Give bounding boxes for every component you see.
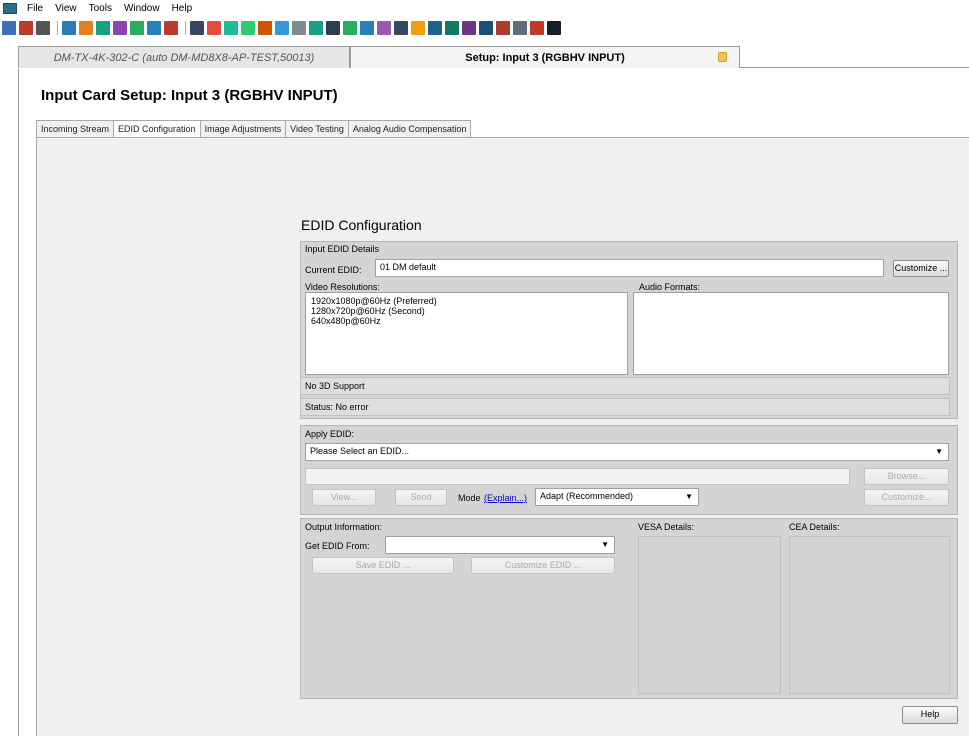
toolbar-button-icon[interactable] (62, 20, 76, 35)
toolbar-button-icon[interactable] (428, 20, 442, 35)
vesa-details-label: VESA Details: (638, 522, 695, 532)
section-title: EDID Configuration (301, 217, 422, 233)
tab-analog-audio-compensation[interactable]: Analog Audio Compensation (347, 120, 472, 137)
document-tab-setup[interactable]: Setup: Input 3 (RGBHV INPUT) (350, 46, 740, 68)
toolbar-button-icon[interactable] (292, 20, 306, 35)
tab-image-adjustments[interactable]: Image Adjustments (199, 120, 287, 137)
menu-view[interactable]: View (49, 3, 83, 14)
input-edid-details-label: Input EDID Details (305, 244, 380, 254)
toolbar-button-icon[interactable] (411, 20, 425, 35)
save-edid-button[interactable]: Save EDID ... (312, 557, 454, 574)
toolbar-button-icon[interactable] (462, 20, 476, 35)
toolbar-button-icon[interactable] (96, 20, 110, 35)
menu-help[interactable]: Help (166, 3, 199, 14)
toolbar-button-icon[interactable] (479, 20, 493, 35)
toolbar-button-icon[interactable] (275, 20, 289, 35)
toolbar-button-icon[interactable] (360, 20, 374, 35)
customize-edid-button[interactable]: Customize EDID ... (471, 557, 615, 574)
toolbar-button-icon[interactable] (19, 20, 33, 35)
toolbar-button-icon[interactable] (2, 20, 16, 35)
dropdown-arrow-icon: ▼ (601, 540, 609, 549)
audio-formats-label: Audio Formats: (639, 282, 701, 292)
toolbar-button-icon[interactable] (530, 20, 544, 35)
toolbar-button-icon[interactable] (343, 20, 357, 35)
get-edid-from-select[interactable]: ▼ (385, 536, 615, 554)
menu-file[interactable]: File (21, 3, 49, 14)
browse-button[interactable]: Browse... (864, 468, 949, 485)
menu-tools[interactable]: Tools (83, 3, 118, 14)
audio-formats-list[interactable] (633, 292, 949, 375)
apply-edid-select-value: Please Select an EDID... (310, 446, 410, 456)
toolbar-button-icon[interactable] (445, 20, 459, 35)
toolbar-button-icon[interactable] (207, 20, 221, 35)
toolbar-button-icon[interactable] (309, 20, 323, 35)
toolbar-separator (185, 20, 186, 35)
toolbar-button-icon[interactable] (79, 20, 93, 35)
current-edid-label: Current EDID: (305, 265, 362, 275)
document-tabs: DM-TX-4K-302-C (auto DM-MD8X8-AP-TEST,50… (18, 46, 969, 68)
cea-details-panel (789, 536, 950, 694)
cea-details-label: CEA Details: (789, 522, 840, 532)
list-item[interactable]: 1280x720p@60Hz (Second) (311, 306, 622, 316)
mode-select[interactable]: Adapt (Recommended) ▼ (535, 488, 699, 506)
list-item[interactable]: 640x480p@60Hz (311, 316, 622, 326)
toolbar-button-icon[interactable] (513, 20, 527, 35)
toolbar-button-icon[interactable] (394, 20, 408, 35)
view-button[interactable]: View... (312, 489, 376, 506)
support-3d-bar: No 3D Support (300, 377, 950, 395)
video-resolutions-list[interactable]: 1920x1080p@60Hz (Preferred) 1280x720p@60… (305, 292, 628, 375)
dropdown-arrow-icon: ▼ (935, 447, 943, 456)
document-tab-setup-label: Setup: Input 3 (RGBHV INPUT) (465, 52, 625, 64)
toolbar-button-icon[interactable] (190, 20, 204, 35)
video-resolutions-label: Video Resolutions: (305, 282, 380, 292)
toolbar (0, 18, 969, 37)
apply-edid-label: Apply EDID: (305, 429, 355, 439)
setup-tabs: Incoming Stream EDID Configuration Image… (36, 120, 472, 138)
toolbar-button-icon[interactable] (224, 20, 238, 35)
customize-button[interactable]: Customize ... (893, 260, 949, 277)
toolbar-button-icon[interactable] (377, 20, 391, 35)
mode-label: Mode (458, 493, 481, 503)
help-button[interactable]: Help (902, 706, 958, 724)
tab-video-testing[interactable]: Video Testing (285, 120, 349, 137)
edid-file-path-field[interactable] (305, 468, 850, 485)
mode-select-value: Adapt (Recommended) (540, 491, 634, 501)
toolbar-button-icon[interactable] (258, 20, 272, 35)
list-item[interactable]: 1920x1080p@60Hz (Preferred) (311, 296, 622, 306)
page-title: Input Card Setup: Input 3 (RGBHV INPUT) (41, 87, 338, 104)
toolbar-separator (57, 20, 58, 35)
toolbar-button-icon[interactable] (496, 20, 510, 35)
current-edid-field[interactable]: 01 DM default (375, 259, 884, 277)
explain-link[interactable]: (Explain...) (484, 493, 527, 503)
lock-icon[interactable] (718, 52, 727, 62)
document-tab-device[interactable]: DM-TX-4K-302-C (auto DM-MD8X8-AP-TEST,50… (18, 46, 350, 68)
customize-apply-button[interactable]: Customize... (864, 489, 949, 506)
toolbar-button-icon[interactable] (547, 20, 561, 35)
menu-window[interactable]: Window (118, 3, 166, 14)
toolbar-button-icon[interactable] (326, 20, 340, 35)
app-icon (3, 3, 17, 14)
output-information-label: Output Information: (305, 522, 383, 532)
menu-bar: File View Tools Window Help (0, 0, 969, 17)
tab-incoming-stream[interactable]: Incoming Stream (36, 120, 115, 137)
vesa-details-panel (638, 536, 781, 694)
toolbar-button-icon[interactable] (130, 20, 144, 35)
dropdown-arrow-icon: ▼ (685, 492, 693, 501)
toolbar-button-icon[interactable] (147, 20, 161, 35)
toolbar-button-icon[interactable] (113, 20, 127, 35)
toolbar-button-icon[interactable] (36, 20, 50, 35)
apply-edid-select[interactable]: Please Select an EDID... ▼ (305, 443, 949, 461)
toolbar-button-icon[interactable] (164, 20, 178, 35)
tab-edid-configuration[interactable]: EDID Configuration (113, 120, 201, 138)
toolbar-button-icon[interactable] (241, 20, 255, 35)
get-edid-from-label: Get EDID From: (305, 541, 370, 551)
status-bar: Status: No error (300, 398, 950, 416)
send-button[interactable]: Send (395, 489, 447, 506)
